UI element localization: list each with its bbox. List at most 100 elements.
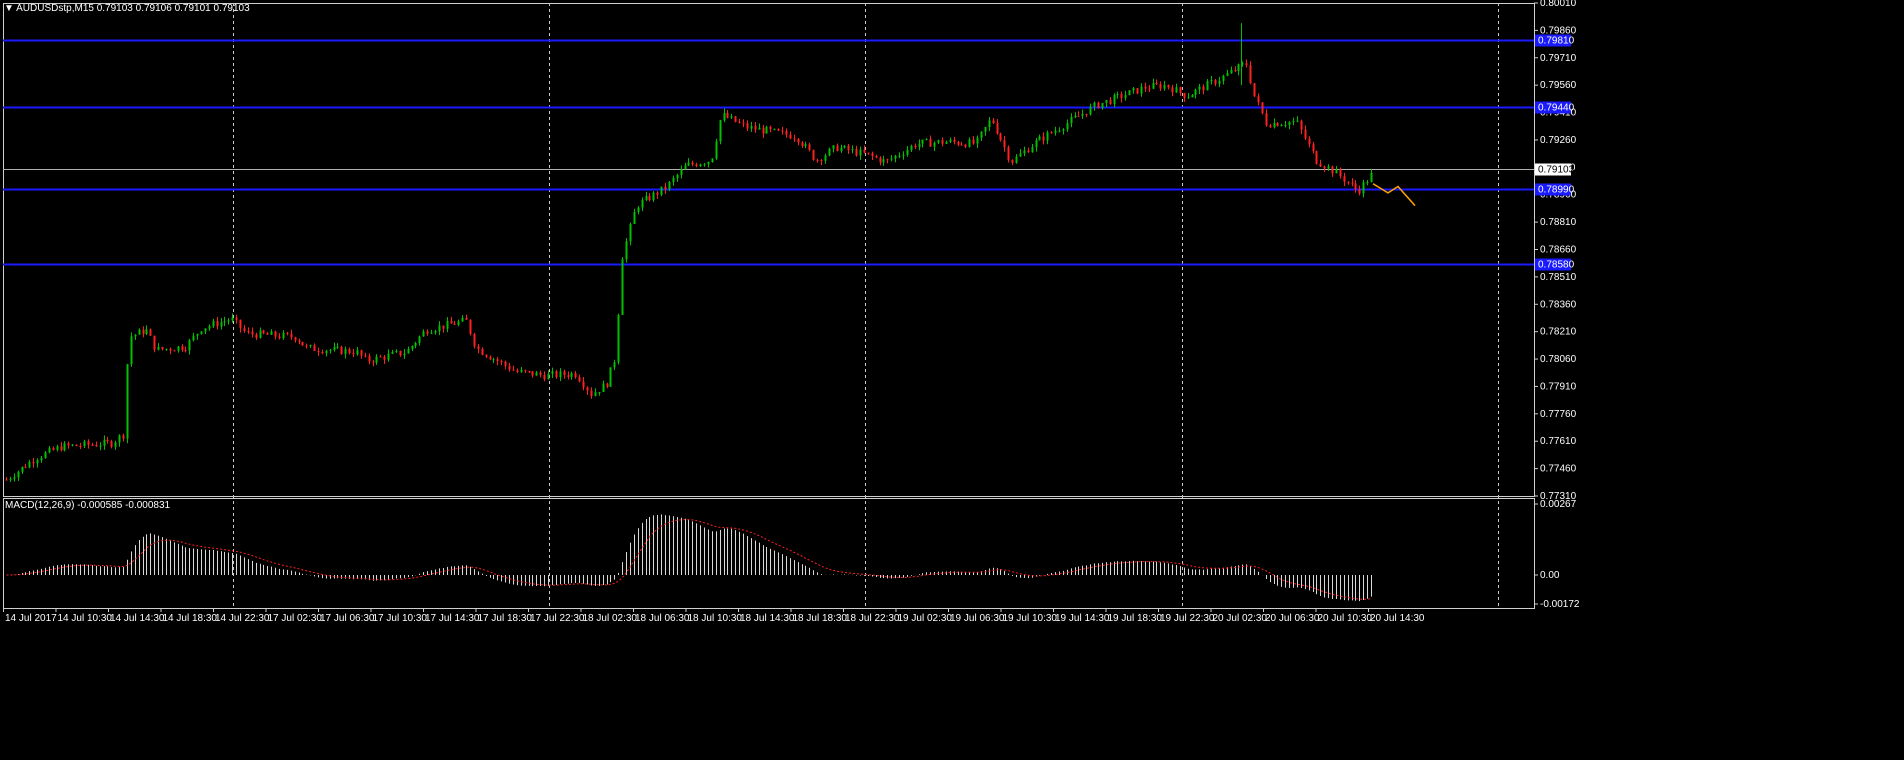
candle-body: [1109, 100, 1112, 104]
candle-body: [1089, 106, 1092, 115]
candle-body: [684, 165, 687, 170]
time-axis-label: 18 Jul 22:30: [845, 613, 900, 624]
candle-body: [855, 149, 858, 156]
candle-body: [1023, 150, 1026, 154]
candle-body: [867, 152, 870, 154]
candle-body: [9, 478, 12, 480]
candle-body: [1038, 136, 1041, 141]
candle-body: [613, 362, 616, 368]
candle-body: [1093, 102, 1096, 107]
candle-body: [278, 336, 281, 339]
candle-body: [40, 457, 43, 461]
candle-body: [547, 373, 550, 380]
candle-body: [1062, 129, 1065, 131]
candle-body: [652, 192, 655, 201]
candle-body: [695, 164, 698, 167]
candle-body: [664, 186, 667, 190]
candle-body: [1304, 129, 1307, 139]
price-chart[interactable]: 0.800100.798600.797100.795600.794100.792…: [0, 0, 1904, 760]
candle-body: [1132, 88, 1135, 91]
time-axis-label: 14 Jul 2017: [5, 613, 57, 624]
candle-body: [816, 159, 819, 161]
candle-body: [134, 334, 137, 337]
candle-body: [145, 329, 148, 335]
candle-body: [988, 120, 991, 128]
candle-body: [551, 371, 554, 374]
candle-body: [734, 116, 737, 122]
candle-body: [348, 349, 351, 354]
candle-body: [539, 372, 542, 375]
time-axis-label: 20 Jul 06:30: [1265, 613, 1320, 624]
candle-body: [925, 139, 928, 141]
candle-body: [270, 331, 273, 335]
candle-body: [103, 439, 106, 446]
candle-body: [496, 359, 499, 362]
candle-body: [964, 144, 967, 147]
candle-body: [52, 448, 55, 450]
time-axis-label: 19 Jul 10:30: [1003, 613, 1058, 624]
candle-body: [122, 435, 125, 439]
candle-body: [1288, 121, 1291, 125]
candle-body: [875, 156, 878, 158]
candle-body: [1261, 102, 1264, 114]
candle-body: [457, 321, 460, 325]
time-axis-label: 17 Jul 22:30: [530, 613, 585, 624]
candle-body: [1265, 113, 1268, 126]
candle-body: [282, 332, 285, 339]
time-axis-label: 20 Jul 10:30: [1318, 613, 1373, 624]
candle-body: [847, 145, 850, 151]
candle-body: [294, 337, 297, 341]
candle-body: [914, 145, 917, 148]
candle-body: [812, 150, 815, 160]
candle-body: [453, 323, 456, 325]
candle-body: [21, 466, 24, 472]
candle-body: [414, 342, 417, 346]
candle-body: [1035, 140, 1038, 148]
time-axis-label: 17 Jul 14:30: [425, 613, 480, 624]
candle-body: [785, 130, 788, 135]
candle-body: [208, 326, 211, 329]
candle-body: [477, 346, 480, 349]
candle-body: [255, 334, 258, 338]
y-tick-label: 0.77760: [1540, 409, 1577, 420]
candle-body: [758, 127, 761, 130]
candle-body: [36, 460, 39, 464]
candle-body: [192, 335, 195, 341]
time-axis-label: 19 Jul 22:30: [1160, 613, 1215, 624]
candle-body: [1163, 84, 1166, 89]
candle-body: [1183, 93, 1186, 99]
candle-body: [797, 138, 800, 143]
candle-body: [340, 346, 343, 355]
candle-body: [762, 127, 765, 134]
candle-body: [379, 356, 382, 358]
candle-body: [840, 147, 843, 151]
candle-body: [274, 331, 277, 337]
candle-body: [200, 331, 203, 334]
time-axis-label: 14 Jul 18:30: [163, 613, 218, 624]
candle-body: [902, 154, 905, 156]
candle-body: [528, 371, 531, 373]
candle-body: [251, 331, 254, 335]
candle-body: [1116, 94, 1119, 96]
candle-body: [1070, 117, 1073, 124]
candle-body: [968, 139, 971, 147]
candle-body: [118, 435, 121, 443]
candle-body: [999, 133, 1002, 141]
candle-body: [1175, 87, 1178, 93]
candle-body: [1171, 87, 1174, 93]
candle-body: [680, 169, 683, 176]
candle-body: [637, 207, 640, 212]
candle-body: [707, 162, 710, 165]
candle-body: [1362, 182, 1365, 194]
y-tick-label: 0.78060: [1540, 354, 1577, 365]
candle-body: [188, 340, 191, 351]
candle-body: [352, 353, 355, 355]
macd-histogram: [10, 514, 1372, 602]
time-axis-label: 18 Jul 06:30: [635, 613, 690, 624]
y-tick-label: 0.79560: [1540, 80, 1577, 91]
level-price-label: 0.78990: [1538, 185, 1575, 196]
y-tick-label: 0.78510: [1540, 272, 1577, 283]
candle-body: [17, 471, 20, 478]
candle-body: [765, 126, 768, 134]
time-axis-label: 18 Jul 02:30: [583, 613, 638, 624]
